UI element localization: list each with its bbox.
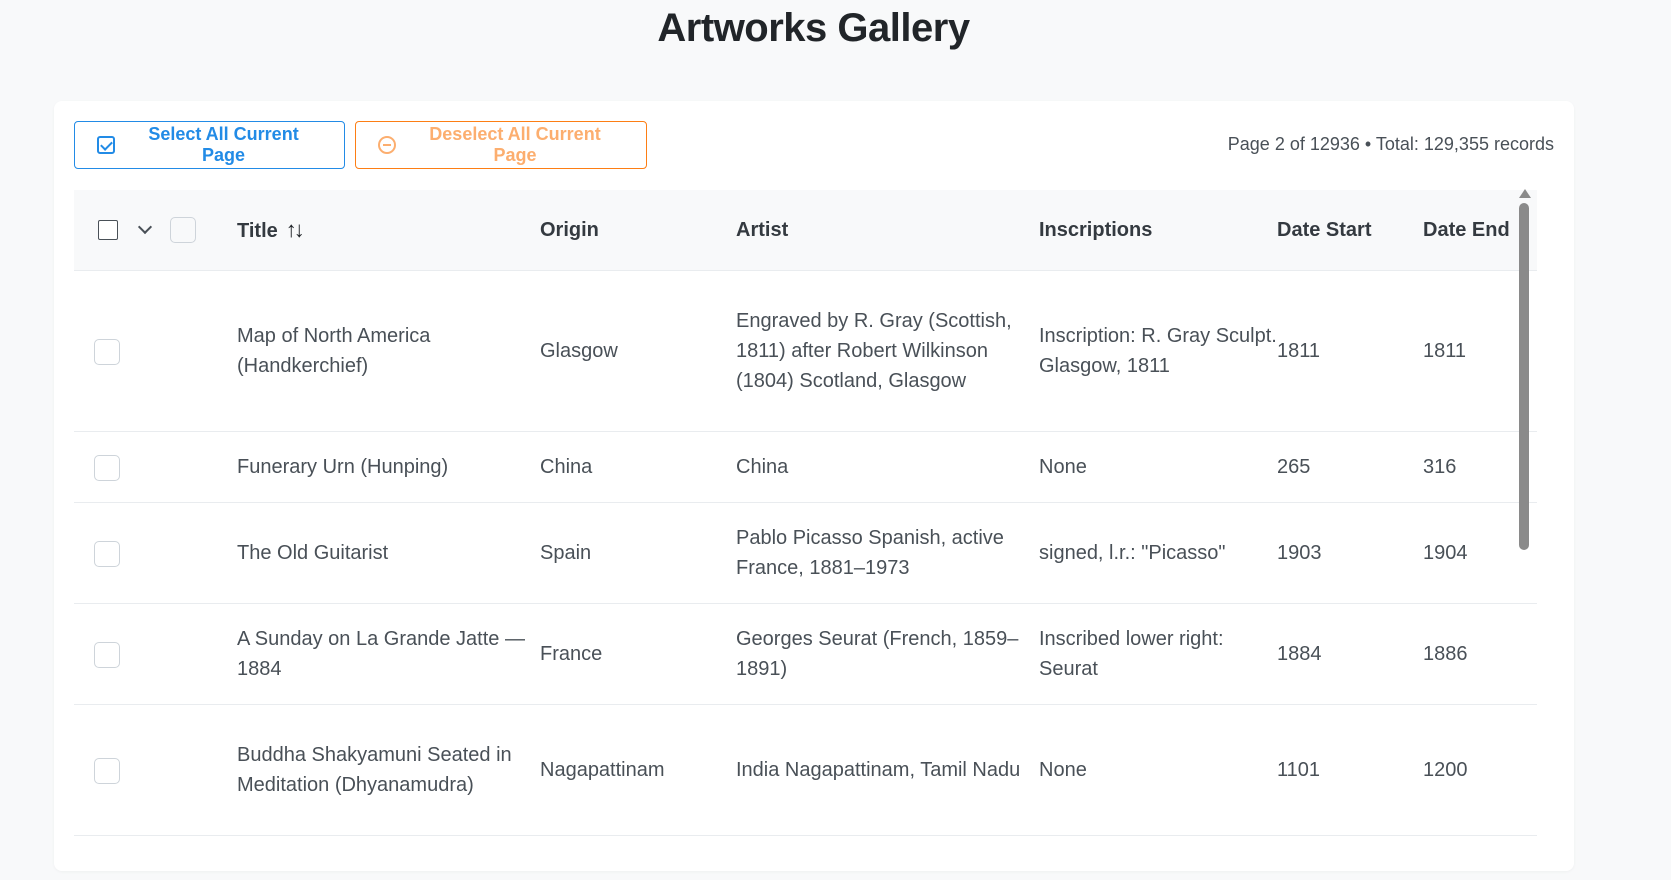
cell-title: Map of North America (Handkerchief) (237, 270, 540, 432)
cell-origin: France (540, 603, 736, 705)
cell-inscriptions: Inscription: R. Gray Sculpt. Glasgow, 18… (1039, 270, 1277, 432)
column-header-origin[interactable]: Origin (540, 190, 736, 271)
row-checkbox[interactable] (94, 641, 120, 668)
cell-title: Buddha Shakyamuni Seated in Meditation (… (237, 704, 540, 836)
checkbox-checked-icon (97, 136, 115, 154)
row-checkbox[interactable] (94, 338, 120, 365)
cell-title: A Sunday on La Grande Jatte — 1884 (237, 603, 540, 705)
column-header-artist[interactable]: Artist (736, 190, 1039, 271)
row-checkbox[interactable] (94, 540, 120, 567)
table-header-row: Title ↑↓ Origin Artist Inscriptions Date … (74, 190, 1537, 271)
header-selection-checkbox[interactable] (170, 217, 196, 243)
cell-date-start: 265 (1277, 431, 1423, 503)
cell-inscriptions: Inscribed lower right: Seurat (1039, 603, 1277, 705)
deselect-all-button[interactable]: Deselect All Current Page (355, 121, 647, 169)
select-all-button[interactable]: Select All Current Page (74, 121, 345, 169)
page-title: Artworks Gallery (657, 6, 970, 50)
cell-artist: China (736, 431, 1039, 503)
cell-origin: China (540, 431, 736, 503)
cell-artist: Engraved by R. Gray (Scottish, 1811) aft… (736, 270, 1039, 432)
minus-circle-icon (378, 136, 396, 154)
scroll-up-arrow-icon[interactable] (1519, 189, 1531, 198)
cell-inscriptions: None (1039, 704, 1277, 836)
selection-header (74, 190, 237, 271)
pagination-info: Page 2 of 12936 • Total: 129,355 records (1227, 134, 1554, 154)
deselect-all-label: Deselect All Current Page (429, 124, 601, 165)
column-header-date-start[interactable]: Date Start (1277, 190, 1423, 271)
scrollbar-thumb[interactable] (1519, 203, 1529, 550)
row-checkbox[interactable] (94, 757, 120, 784)
select-all-rows-checkbox[interactable] (98, 220, 118, 240)
chevron-down-icon[interactable] (137, 219, 153, 235)
table-row[interactable]: The Old Guitarist Spain Pablo Picasso Sp… (74, 502, 1537, 604)
cell-title: Funerary Urn (Hunping) (237, 431, 540, 503)
cell-inscriptions: None (1039, 431, 1277, 503)
column-header-title[interactable]: Title ↑↓ (237, 190, 540, 271)
table-row[interactable]: Map of North America (Handkerchief) Glas… (74, 270, 1537, 432)
cell-origin: Spain (540, 502, 736, 604)
cell-date-start: 1811 (1277, 270, 1423, 432)
vertical-scrollbar[interactable] (1518, 189, 1531, 879)
row-checkbox[interactable] (94, 454, 120, 481)
select-all-label: Select All Current Page (148, 124, 299, 165)
gallery-card: Select All Current Page Deselect All Cur… (54, 101, 1574, 871)
cell-artist: Georges Seurat (French, 1859–1891) (736, 603, 1039, 705)
cell-artist: Pablo Picasso Spanish, active France, 18… (736, 502, 1039, 604)
table-row[interactable]: Funerary Urn (Hunping) China China None … (74, 431, 1537, 503)
cell-date-start: 1884 (1277, 603, 1423, 705)
cell-origin: Glasgow (540, 270, 736, 432)
cell-inscriptions: signed, l.r.: "Picasso" (1039, 502, 1277, 604)
cell-date-start: 1903 (1277, 502, 1423, 604)
table-row[interactable]: Buddha Shakyamuni Seated in Meditation (… (74, 704, 1537, 836)
cell-title: The Old Guitarist (237, 502, 540, 604)
table-row[interactable]: A Sunday on La Grande Jatte — 1884 Franc… (74, 603, 1537, 705)
sort-icon[interactable]: ↑↓ (286, 217, 305, 242)
cell-origin: Nagapattinam (540, 704, 736, 836)
cell-artist: India Nagapattinam, Tamil Nadu (736, 704, 1039, 836)
artworks-table: Title ↑↓ Origin Artist Inscriptions Date … (74, 190, 1537, 880)
column-title-label: Title (237, 220, 278, 242)
cell-date-start: 1101 (1277, 704, 1423, 836)
column-header-inscriptions[interactable]: Inscriptions (1039, 190, 1277, 271)
